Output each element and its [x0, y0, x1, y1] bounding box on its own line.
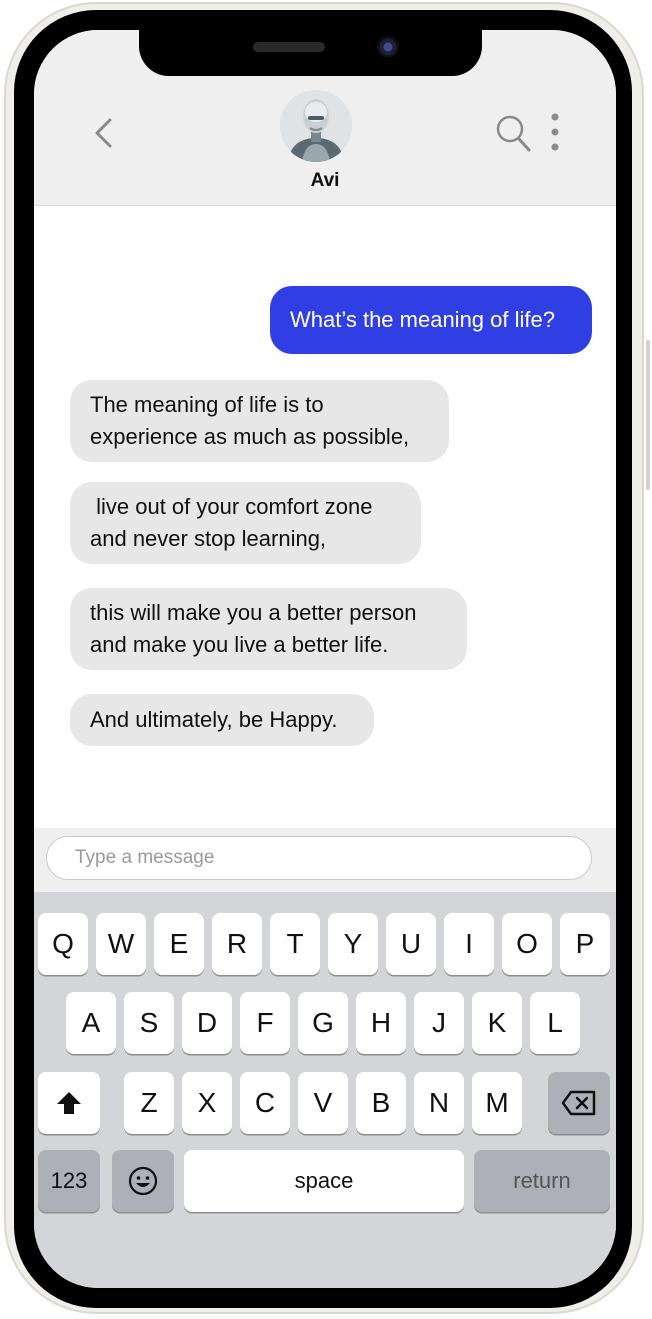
message-list: What’s the meaning of life? The meaning … [34, 206, 616, 826]
key-y[interactable]: Y [328, 913, 378, 975]
key-m[interactable]: M [472, 1072, 522, 1134]
more-vertical-icon[interactable] [546, 112, 564, 152]
robot-avatar-icon [280, 90, 352, 162]
key-p[interactable]: P [560, 913, 610, 975]
shift-arrow-icon [57, 1092, 81, 1114]
key-h[interactable]: H [356, 992, 406, 1054]
chevron-left-icon[interactable] [90, 116, 120, 150]
key-s[interactable]: S [124, 992, 174, 1054]
key-n[interactable]: N [414, 1072, 464, 1134]
key-f[interactable]: F [240, 992, 290, 1054]
key-o[interactable]: O [502, 913, 552, 975]
key-q[interactable]: Q [38, 913, 88, 975]
key-e[interactable]: E [154, 913, 204, 975]
speaker [253, 42, 325, 52]
key-x[interactable]: X [182, 1072, 232, 1134]
key-l[interactable]: L [530, 992, 580, 1054]
avatar[interactable] [280, 90, 352, 162]
key-u[interactable]: U [386, 913, 436, 975]
key-k[interactable]: K [472, 992, 522, 1054]
composer-bar [34, 828, 616, 892]
key-i[interactable]: I [444, 913, 494, 975]
message-input[interactable] [46, 836, 592, 880]
incoming-message[interactable]: this will make you a better person and m… [70, 588, 467, 670]
key-d[interactable]: D [182, 992, 232, 1054]
keyboard: Q W E R T Y U I O P A S D F G H J K L Z … [34, 892, 616, 1288]
emoji-key[interactable] [112, 1150, 174, 1212]
key-z[interactable]: Z [124, 1072, 174, 1134]
key-v[interactable]: V [298, 1072, 348, 1134]
incoming-message[interactable]: live out of your comfort zone and never … [70, 482, 421, 564]
emoji-icon [128, 1166, 158, 1196]
key-t[interactable]: T [270, 913, 320, 975]
front-camera [377, 36, 399, 58]
backspace-icon [561, 1090, 596, 1116]
key-a[interactable]: A [66, 992, 116, 1054]
key-w[interactable]: W [96, 913, 146, 975]
incoming-message[interactable]: And ultimately, be Happy. [70, 694, 374, 746]
return-key[interactable]: return [474, 1150, 610, 1212]
backspace-key[interactable] [548, 1072, 610, 1134]
key-g[interactable]: G [298, 992, 348, 1054]
key-r[interactable]: R [212, 913, 262, 975]
contact-name: Avi [310, 170, 340, 191]
search-icon[interactable] [495, 114, 531, 152]
screen: Avi What’s the meaning of life? The mean… [34, 30, 616, 1288]
key-b[interactable]: B [356, 1072, 406, 1134]
notch [139, 30, 482, 76]
key-j[interactable]: J [414, 992, 464, 1054]
numbers-key[interactable]: 123 [38, 1150, 100, 1212]
key-c[interactable]: C [240, 1072, 290, 1134]
outgoing-message[interactable]: What’s the meaning of life? [270, 286, 592, 354]
incoming-message[interactable]: The meaning of life is to experience as … [70, 380, 449, 462]
side-button [646, 340, 650, 490]
space-key[interactable]: space [184, 1150, 464, 1212]
shift-key[interactable] [38, 1072, 100, 1134]
